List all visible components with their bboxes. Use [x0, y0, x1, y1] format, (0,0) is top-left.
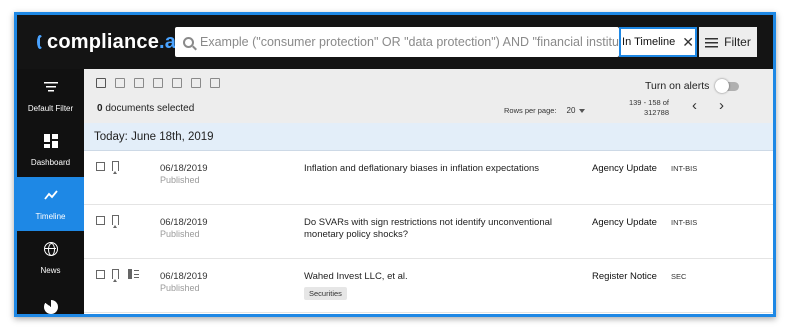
search-icon [183, 36, 194, 48]
rows-label: Rows per page: [504, 106, 557, 115]
topic-tag[interactable]: Securities [304, 287, 347, 300]
globe-icon [43, 241, 58, 256]
doc-date: 06/18/2019 [160, 271, 208, 282]
chevron-right-icon[interactable]: › [719, 97, 724, 114]
pager: ‹ › [692, 97, 724, 114]
print-icon[interactable] [153, 78, 163, 88]
document-toolbar: 0 documents selected Turn on alerts Rows… [84, 69, 773, 123]
document-row[interactable]: 06/18/2019 Published Do SVARs with sign … [84, 205, 773, 259]
day-header: Today: June 18th, 2019 [84, 123, 773, 151]
scope-label: In Timeline [622, 36, 676, 48]
external-link-icon[interactable] [191, 78, 201, 88]
filter-label: Filter [724, 35, 751, 49]
bookmark-icon[interactable] [112, 215, 119, 228]
app-window: compliance.ai In Timeline ✕ Filter Defau… [14, 12, 776, 317]
dashboard-icon [43, 133, 58, 148]
document-row[interactable]: 06/18/2019 Published Inflation and defla… [84, 151, 773, 205]
selected-count: 0 [97, 103, 103, 114]
sidebar-item-timeline[interactable]: Timeline [17, 177, 84, 231]
doc-title[interactable]: Inflation and deflationary biases in inf… [304, 163, 564, 175]
columns-icon[interactable] [210, 78, 220, 88]
pagination-range: 139 - 158 of 312788 [625, 98, 669, 118]
sliders-icon [705, 36, 719, 48]
row-checkbox[interactable] [96, 216, 105, 225]
logo-name: compliance [47, 30, 160, 53]
doc-type: Agency Update [592, 217, 657, 228]
selection-summary: 0 documents selected [97, 103, 194, 114]
alerts-label: Turn on alerts [645, 80, 710, 92]
doc-agency: INT-BIS [671, 164, 698, 173]
folder-icon[interactable] [115, 78, 125, 88]
rows-per-page: Rows per page: 20 [504, 106, 586, 115]
sidebar-item-dashboard[interactable]: Dashboard [17, 123, 84, 177]
sidebar-item-news[interactable]: News [17, 231, 84, 285]
timeline-scope-chip[interactable]: In Timeline ✕ [619, 27, 697, 57]
row-checkbox[interactable] [96, 162, 105, 171]
sidebar-item-label: News [40, 265, 61, 275]
doc-status: Published [160, 283, 200, 293]
row-checkbox[interactable] [96, 270, 105, 279]
document-row[interactable]: 06/18/2019 Published Wahed Invest LLC, e… [84, 259, 773, 313]
filter-button[interactable]: Filter [699, 27, 757, 57]
sidebar-item-default-filter[interactable]: Default Filter [17, 69, 84, 123]
sidebar-item-label: Default Filter [27, 103, 74, 113]
range-line-1: 139 - 158 of [628, 98, 669, 107]
doc-title[interactable]: Do SVARs with sign restrictions not iden… [304, 217, 564, 241]
logo[interactable]: compliance .ai [17, 30, 182, 54]
main-content: 0 documents selected Turn on alerts Rows… [84, 69, 773, 314]
filter-icon [43, 79, 58, 94]
download-icon[interactable] [172, 78, 182, 88]
doc-date: 06/18/2019 [160, 217, 208, 228]
alerts-toggle[interactable] [715, 78, 740, 93]
doc-title[interactable]: Wahed Invest LLC, et al. [304, 271, 564, 283]
bookmark-icon[interactable] [112, 161, 119, 174]
sidebar-item-insights[interactable] [17, 285, 84, 314]
timeline-icon [43, 189, 58, 200]
logo-mark-icon [37, 35, 43, 49]
select-all-checkbox[interactable] [96, 78, 106, 88]
doc-status: Published [160, 229, 200, 239]
search-box[interactable] [175, 27, 619, 57]
doc-status: Published [160, 175, 200, 185]
close-icon[interactable]: ✕ [682, 34, 694, 51]
caret-down-icon[interactable] [579, 108, 586, 113]
doc-type: Agency Update [592, 163, 657, 174]
doc-date: 06/18/2019 [160, 163, 208, 174]
doc-type: Register Notice [592, 271, 657, 282]
bookmark-icon[interactable] [112, 269, 119, 282]
sidebar-item-label: Timeline [35, 211, 66, 221]
range-total: 312788 [643, 108, 669, 117]
bulk-actions [96, 78, 220, 88]
selected-label: documents selected [105, 103, 195, 114]
pie-chart-icon [43, 300, 58, 314]
doc-agency: INT-BIS [671, 218, 698, 227]
alerts-toggle-row: Turn on alerts [645, 78, 740, 93]
search-input[interactable] [200, 35, 619, 49]
doc-agency: SEC [671, 272, 687, 281]
rows-select[interactable]: 20 [567, 106, 576, 115]
sidebar-item-label: Dashboard [30, 157, 71, 167]
chevron-left-icon[interactable]: ‹ [692, 97, 697, 114]
email-icon[interactable] [134, 78, 144, 88]
document-list-icon[interactable] [128, 269, 139, 279]
sidebar: Default Filter Dashboard Timeline News [17, 69, 84, 314]
top-bar: compliance.ai In Timeline ✕ Filter [17, 15, 773, 69]
